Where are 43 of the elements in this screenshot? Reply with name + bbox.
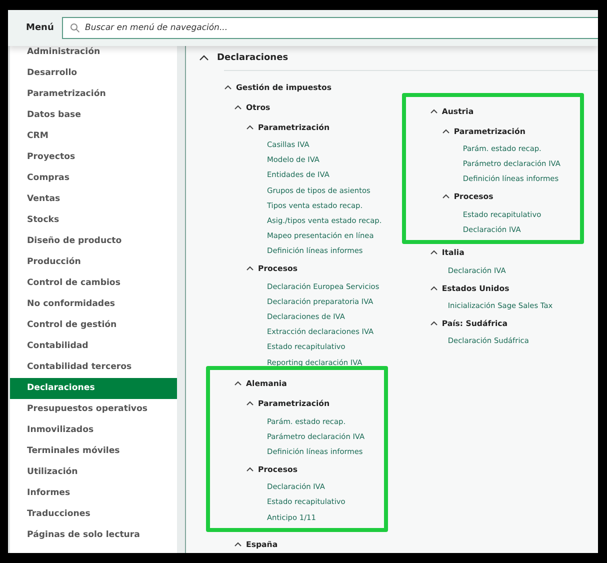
caret-icon [246, 401, 254, 406]
search-field[interactable]: Buscar en menú de navegación... [62, 17, 598, 39]
sidebar-item[interactable]: Administración [10, 42, 177, 63]
sidebar-item[interactable]: Compras [10, 168, 177, 189]
caret-icon [430, 320, 438, 326]
caret-icon [430, 286, 438, 291]
sidebar-item[interactable]: Ventas [10, 189, 177, 210]
sidebar-item[interactable]: Producción [10, 252, 177, 273]
sidebar-item[interactable]: No conformidades [10, 294, 177, 315]
sidebar-item[interactable]: Diseño de producto [10, 231, 177, 252]
sidebar-item[interactable]: Informes [10, 483, 177, 504]
sidebar-item[interactable]: Traducciones [10, 504, 177, 525]
caret-icon [430, 108, 438, 114]
sidebar-item[interactable]: Contabilidad terceros [10, 357, 177, 378]
caret-icon [430, 250, 438, 256]
sidebar-item[interactable]: Desarrollo [10, 63, 177, 84]
caret-icon [246, 124, 254, 130]
caret-icon [234, 381, 242, 386]
sidebar-item[interactable]: Presupuestos operativos [10, 399, 177, 420]
section-header[interactable]: Declaraciones [186, 46, 598, 70]
caret-icon [442, 194, 450, 200]
sidebar-item[interactable]: CRM [10, 126, 177, 147]
sidebar-item[interactable]: Páginas de solo lectura [10, 525, 177, 546]
sidebar-item[interactable]: Stocks [10, 210, 177, 231]
sidebar-item[interactable]: Declaraciones [10, 378, 177, 399]
caret-icon [224, 84, 232, 90]
sidebar-item[interactable]: Contabilidad [10, 336, 177, 357]
sidebar-item[interactable]: Inmovilizados [10, 420, 177, 441]
sidebar-item[interactable]: Parametrización [10, 84, 177, 105]
sidebar-item[interactable]: Control de cambios [10, 273, 177, 294]
sidebar-item[interactable]: Control de gestión [10, 315, 177, 336]
sidebar-item[interactable]: Utilización [10, 462, 177, 483]
sidebar-item[interactable]: Datos base [10, 105, 177, 126]
menu-label: Menú [26, 23, 55, 33]
caret-icon [234, 104, 242, 110]
caret-icon [442, 128, 450, 134]
caret-icon [246, 466, 254, 472]
sidebar-item[interactable]: Proyectos [10, 147, 177, 168]
search-icon [70, 23, 80, 33]
caret-icon [234, 542, 242, 548]
caret-icon [199, 55, 209, 61]
caret-icon [246, 266, 254, 271]
sidebar-item[interactable]: Terminales móviles [10, 441, 177, 462]
